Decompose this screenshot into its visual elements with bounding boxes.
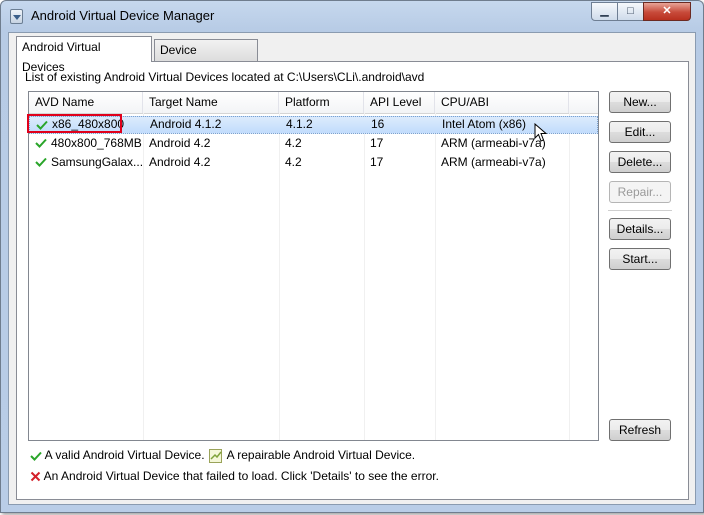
cell-platform: 4.1.2 bbox=[286, 117, 313, 131]
cell-platform: 4.2 bbox=[285, 155, 302, 169]
maximize-button[interactable]: □ bbox=[617, 2, 644, 21]
table-header: AVD Name Target Name Platform API Level … bbox=[29, 92, 598, 114]
cell-target-name: Android 4.1.2 bbox=[150, 117, 222, 131]
edit-button[interactable]: Edit... bbox=[609, 121, 671, 143]
minimize-button[interactable]: ▁ bbox=[591, 2, 618, 21]
button-separator bbox=[608, 210, 672, 211]
details-button[interactable]: Details... bbox=[609, 218, 671, 240]
cell-api-level: 16 bbox=[371, 117, 385, 131]
new-button[interactable]: New... bbox=[609, 91, 671, 113]
cell-target-name: Android 4.2 bbox=[149, 155, 211, 169]
mouse-cursor-icon bbox=[534, 123, 548, 142]
legend-valid-text: A valid Android Virtual Device. bbox=[44, 448, 205, 463]
avd-table: AVD Name Target Name Platform API Level … bbox=[28, 91, 599, 441]
refresh-button[interactable]: Refresh bbox=[609, 419, 671, 441]
legend-valid-row: A valid Android Virtual Device. A repair… bbox=[30, 448, 415, 464]
valid-check-icon bbox=[35, 157, 47, 167]
tab-android-virtual-devices[interactable]: Android Virtual Devices bbox=[16, 36, 152, 74]
legend-failed-text: An Android Virtual Device that failed to… bbox=[43, 469, 439, 483]
window-title: Android Virtual Device Manager bbox=[31, 8, 215, 23]
cell-cpu-abi: ARM (armeabi-v7a) bbox=[441, 136, 546, 150]
cell-avd-name: 480x800_768MB bbox=[51, 136, 142, 150]
close-button[interactable]: ✕ bbox=[643, 2, 691, 21]
avd-location-label: List of existing Android Virtual Devices… bbox=[25, 70, 425, 84]
column-header-api-level[interactable]: API Level bbox=[364, 92, 435, 113]
app-icon bbox=[10, 9, 23, 24]
column-header-platform[interactable]: Platform bbox=[279, 92, 364, 113]
error-x-icon bbox=[30, 472, 41, 482]
legend-failed-row: An Android Virtual Device that failed to… bbox=[30, 469, 439, 483]
cell-avd-name: SamsungGalax... bbox=[51, 155, 143, 169]
annotation-highlight-box bbox=[27, 114, 122, 133]
title-bar[interactable]: Android Virtual Device Manager ▁ □ ✕ bbox=[1, 1, 703, 31]
table-row[interactable]: SamsungGalax... Android 4.2 4.2 17 ARM (… bbox=[29, 154, 598, 172]
column-header-avd-name[interactable]: AVD Name bbox=[29, 92, 143, 113]
cell-cpu-abi: Intel Atom (x86) bbox=[442, 117, 527, 131]
delete-button[interactable]: Delete... bbox=[609, 151, 671, 173]
tab-device-definitions[interactable]: Device Definitions bbox=[154, 39, 258, 77]
repair-button[interactable]: Repair... bbox=[609, 181, 671, 203]
legend-repairable-text: A repairable Android Virtual Device. bbox=[226, 448, 416, 463]
cell-target-name: Android 4.2 bbox=[149, 136, 211, 150]
column-header-cpu-abi[interactable]: CPU/ABI bbox=[435, 92, 569, 113]
valid-check-icon bbox=[30, 451, 42, 461]
cell-platform: 4.2 bbox=[285, 136, 302, 150]
table-row[interactable]: 480x800_768MB Android 4.2 4.2 17 ARM (ar… bbox=[29, 135, 598, 153]
column-header-target-name[interactable]: Target Name bbox=[143, 92, 279, 113]
cell-api-level: 17 bbox=[370, 155, 384, 169]
start-button[interactable]: Start... bbox=[609, 248, 671, 270]
repairable-device-icon bbox=[208, 449, 222, 463]
cell-cpu-abi: ARM (armeabi-v7a) bbox=[441, 155, 546, 169]
valid-check-icon bbox=[35, 138, 47, 148]
cell-api-level: 17 bbox=[370, 136, 384, 150]
